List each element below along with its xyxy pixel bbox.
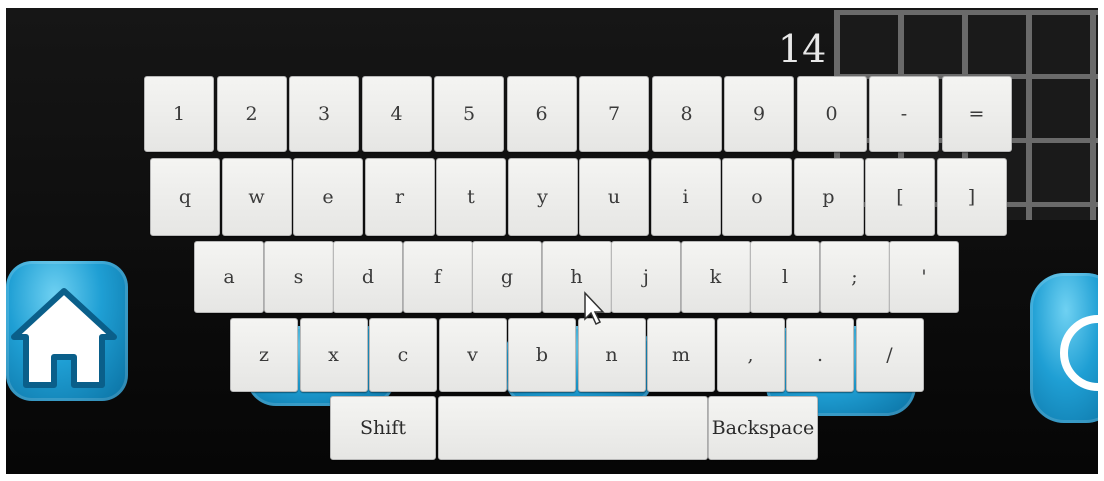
key-w[interactable]: w (221, 158, 292, 236)
key-u[interactable]: u (579, 158, 649, 236)
on-screen-keyboard: 1 2 3 4 5 6 7 8 9 0- = q w e r t y u i o p[] a s d f g h j k l; ' z x c v b… (6, 8, 1098, 474)
key-semicolon[interactable]: ; (819, 241, 890, 313)
key-0[interactable]: 0 (796, 76, 867, 152)
space-key[interactable] (438, 396, 708, 460)
key-6[interactable]: 6 (506, 76, 577, 152)
key-i[interactable]: i (650, 158, 721, 236)
key-9[interactable]: 9 (724, 76, 794, 152)
key-right-bracket[interactable]: ] (936, 158, 1007, 236)
key-2[interactable]: 2 (216, 76, 287, 152)
mouse-cursor-icon (584, 291, 605, 326)
key-equals[interactable]: = (941, 76, 1012, 152)
key-q[interactable]: q (150, 158, 220, 236)
key-o[interactable]: o (722, 158, 792, 236)
key-e[interactable]: e (293, 158, 363, 236)
key-3[interactable]: 3 (289, 76, 359, 152)
key-t[interactable]: t (436, 158, 506, 236)
key-b[interactable]: b (508, 318, 576, 392)
key-m[interactable]: m (647, 318, 715, 392)
shift-key[interactable]: Shift (330, 396, 436, 460)
key-l[interactable]: l (750, 241, 820, 313)
key-apostrophe[interactable]: ' (889, 241, 959, 313)
key-d[interactable]: d (333, 241, 403, 313)
key-comma[interactable]: , (716, 318, 785, 392)
key-f[interactable]: f (402, 241, 473, 313)
key-1[interactable]: 1 (144, 76, 214, 152)
key-g[interactable]: g (472, 241, 542, 313)
key-left-bracket[interactable]: [ (865, 158, 935, 236)
key-5[interactable]: 5 (434, 76, 504, 152)
key-k[interactable]: k (680, 241, 751, 313)
key-c[interactable]: c (369, 318, 437, 392)
key-y[interactable]: y (507, 158, 578, 236)
backspace-key[interactable]: Backspace (708, 396, 818, 460)
key-v[interactable]: v (438, 318, 507, 392)
key-r[interactable]: r (364, 158, 435, 236)
key-8[interactable]: 8 (651, 76, 722, 152)
key-slash[interactable]: / (855, 318, 924, 392)
key-period[interactable]: . (786, 318, 854, 392)
key-4[interactable]: 4 (361, 76, 432, 152)
key-minus[interactable]: - (869, 76, 939, 152)
key-a[interactable]: a (194, 241, 264, 313)
key-7[interactable]: 7 (579, 76, 649, 152)
app-screen: 14 1 2 3 4 5 6 7 8 9 0- = q w e r t y u i o p[] a s d f g h j k l; ' z x… (6, 8, 1098, 474)
key-p[interactable]: p (793, 158, 864, 236)
key-j[interactable]: j (611, 241, 681, 313)
key-n[interactable]: n (577, 318, 646, 392)
key-z[interactable]: z (230, 318, 298, 392)
key-s[interactable]: s (263, 241, 334, 313)
key-x[interactable]: x (299, 318, 368, 392)
